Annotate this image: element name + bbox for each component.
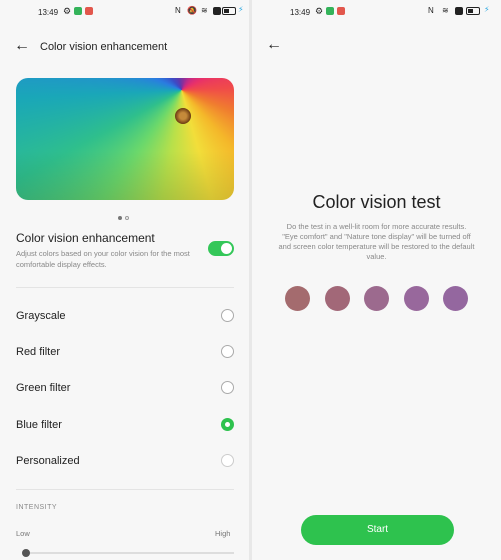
enhancement-toggle-label: Color vision enhancement <box>16 231 155 245</box>
umbrella-preview-image <box>16 78 234 200</box>
start-button[interactable]: Start <box>301 515 454 545</box>
status-bar: 13:49 ⚙ N 🔕 ≋ ⚡ <box>0 0 249 24</box>
divider <box>16 489 234 490</box>
color-swatch-4[interactable] <box>404 286 429 311</box>
option-personalized[interactable]: Personalized <box>0 446 249 474</box>
green-app-icon <box>326 7 334 15</box>
red-app-icon <box>337 7 345 15</box>
gear-icon: ⚙ <box>63 6 72 16</box>
wifi-icon: ≋ <box>201 6 208 15</box>
radio-button[interactable] <box>221 381 234 394</box>
close-box-icon <box>213 7 221 15</box>
radio-button-selected[interactable] <box>221 418 234 431</box>
page-title: Color vision enhancement <box>40 41 168 53</box>
gear-icon: ⚙ <box>315 6 324 16</box>
close-box-icon <box>455 7 463 15</box>
intensity-section-label: INTENSITY <box>16 504 58 511</box>
red-app-icon <box>85 7 93 15</box>
carousel-dot-active[interactable] <box>118 216 122 220</box>
status-time: 13:49 <box>290 8 311 17</box>
intensity-low-label: Low <box>16 529 30 538</box>
color-swatch-1[interactable] <box>285 286 310 311</box>
option-red-filter[interactable]: Red filter <box>0 337 249 365</box>
option-grayscale[interactable]: Grayscale <box>0 301 249 329</box>
intensity-slider-track[interactable] <box>26 552 234 554</box>
enhancement-toggle-switch[interactable] <box>208 241 234 256</box>
color-swatch-5[interactable] <box>443 286 468 311</box>
status-bar: 13:49 ⚙ N ≋ ⚡ <box>252 0 501 24</box>
nfc-icon: N <box>428 6 434 15</box>
back-arrow-icon[interactable]: ← <box>266 36 282 54</box>
color-vision-settings-screen: 13:49 ⚙ N 🔕 ≋ ⚡ ← Color vision enhanceme… <box>0 0 249 560</box>
carousel-indicator <box>118 207 132 225</box>
intensity-slider-thumb[interactable] <box>22 549 30 557</box>
radio-button[interactable] <box>221 454 234 467</box>
option-green-filter[interactable]: Green filter <box>0 373 249 401</box>
wifi-icon: ≋ <box>442 6 449 15</box>
radio-button[interactable] <box>221 309 234 322</box>
color-swatch-3[interactable] <box>364 286 389 311</box>
option-label: Personalized <box>16 455 80 467</box>
divider <box>16 287 234 288</box>
switch-thumb <box>221 243 232 254</box>
charging-bolt-icon: ⚡ <box>484 5 490 14</box>
nfc-icon: N <box>175 6 181 15</box>
intensity-high-label: High <box>215 529 231 538</box>
option-label: Grayscale <box>16 310 66 322</box>
option-label: Red filter <box>16 346 61 358</box>
option-label: Blue filter <box>16 419 62 431</box>
radio-button[interactable] <box>221 345 234 358</box>
back-arrow-icon[interactable]: ← <box>14 37 30 55</box>
carousel-dot[interactable] <box>125 216 129 220</box>
test-title: Color vision test <box>312 192 441 212</box>
battery-icon <box>466 7 480 15</box>
color-vision-test-screen: 13:49 ⚙ N ≋ ⚡ ← Color vision test Do the… <box>252 0 501 560</box>
color-swatch-2[interactable] <box>325 286 350 311</box>
option-blue-filter[interactable]: Blue filter <box>0 410 249 438</box>
test-description: Do the test in a well-lit room for more … <box>278 222 475 261</box>
mute-icon: 🔕 <box>187 6 197 15</box>
charging-bolt-icon: ⚡ <box>238 5 244 14</box>
option-label: Green filter <box>16 382 71 394</box>
enhancement-toggle-description: Adjust colors based on your color vision… <box>16 249 190 269</box>
status-time: 13:49 <box>38 8 59 17</box>
green-app-icon <box>74 7 82 15</box>
battery-icon <box>222 7 236 15</box>
